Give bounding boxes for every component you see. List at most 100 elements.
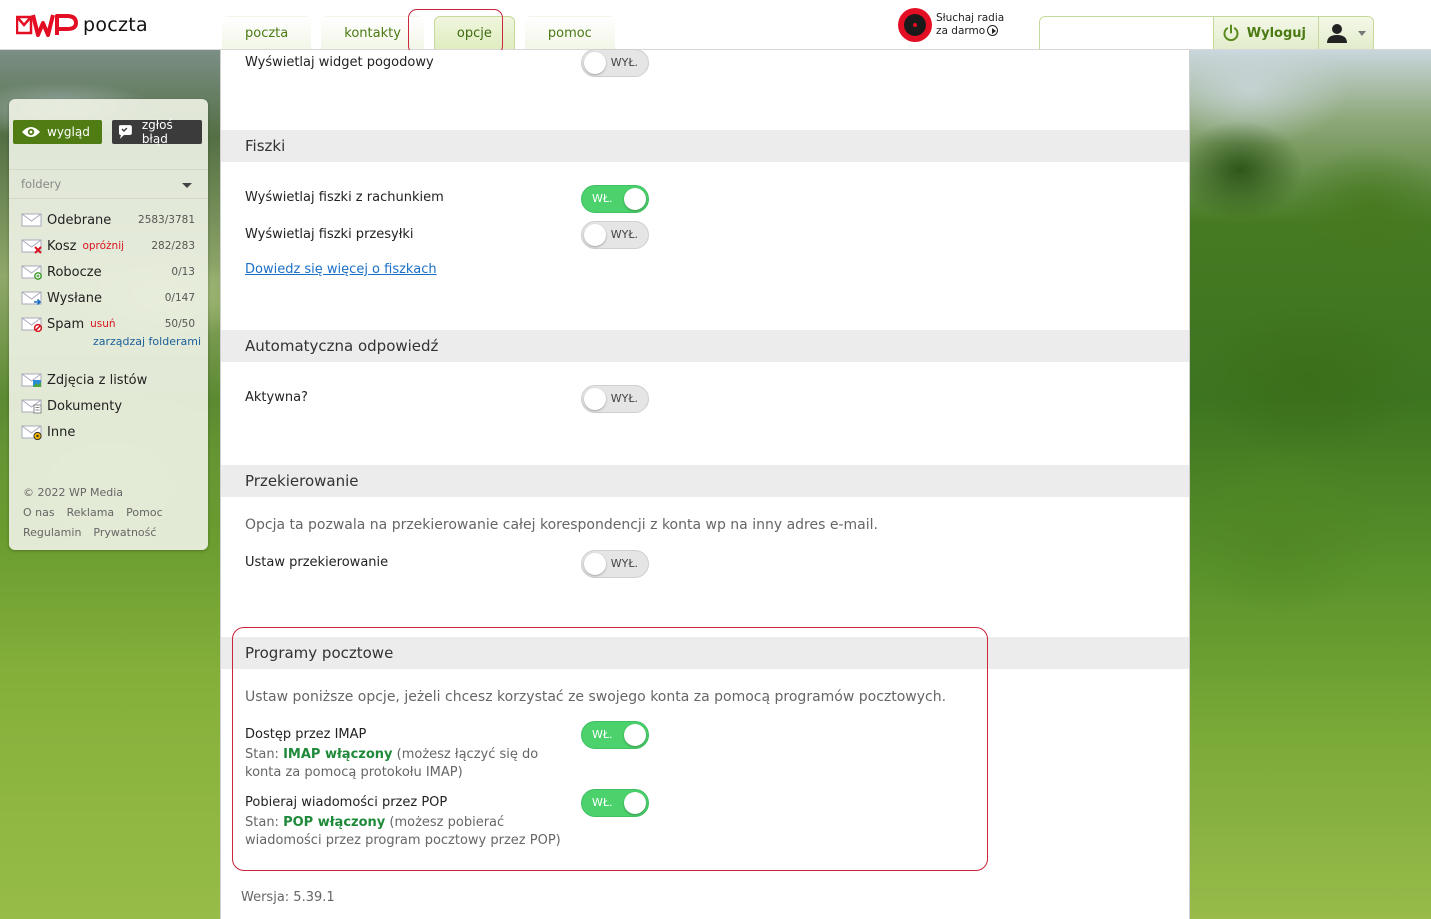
forwarding-description: Opcja ta pozwala na przekierowanie całej…	[245, 517, 878, 533]
sent-envelope-icon	[21, 291, 42, 306]
folder-name: Dokumenty	[47, 398, 123, 414]
folder-zdjecia[interactable]: Zdjęcia z listów	[21, 367, 199, 393]
folder-list: Odebrane 2583/3781 Kosz opróżnij 282/283…	[21, 207, 199, 337]
autoreply-toggle[interactable]: WYŁ.	[581, 385, 649, 413]
sidebar-footer: © 2022 WP Media O nas Reklama Pomoc Regula…	[23, 483, 175, 543]
other-envelope-icon	[21, 425, 42, 440]
toggle-state: WŁ.	[592, 796, 613, 809]
toggle-state: WYŁ.	[610, 56, 638, 69]
section-title-mail-programs: Programy pocztowe	[221, 637, 1189, 669]
section-title-fiszki: Fiszki	[221, 130, 1189, 162]
user-menu-button[interactable]	[1318, 17, 1373, 49]
copyright: © 2022 WP Media	[23, 486, 124, 499]
learn-more-fiszki-link[interactable]: Dowiedz się więcej o fiszkach	[245, 262, 437, 277]
footer-link-about[interactable]: O nas	[23, 506, 55, 519]
footer-links-2: Regulamin Prywatność	[23, 523, 175, 543]
appearance-label: wygląd	[47, 125, 90, 139]
tab-poczta[interactable]: poczta	[222, 16, 312, 49]
eye-icon	[22, 127, 40, 137]
tab-pomoc[interactable]: pomoc	[524, 16, 615, 49]
empty-trash-link[interactable]: opróżnij	[82, 240, 124, 252]
envelope-icon	[21, 213, 42, 227]
chevron-down-icon	[182, 183, 192, 188]
imap-toggle[interactable]: WŁ.	[581, 721, 649, 749]
toggle-knob	[624, 724, 646, 746]
speech-bubble-icon	[118, 125, 132, 139]
folder-count: 282/283	[151, 240, 195, 252]
main-nav: poczta kontakty opcje pomoc	[222, 16, 625, 49]
delete-spam-link[interactable]: usuń	[90, 318, 115, 330]
tab-opcje[interactable]: opcje	[433, 16, 515, 49]
version-label: Wersja: 5.39.1	[241, 890, 335, 905]
folder-wyslane[interactable]: Wysłane 0/147	[21, 285, 199, 311]
radio-promo-text: Słuchaj radia za darmo	[936, 12, 1004, 38]
imap-status: Stan: IMAP włączony (możesz łączyć się d…	[245, 746, 575, 782]
set-forwarding-label: Ustaw przekierowanie	[245, 555, 389, 570]
toggle-knob	[624, 792, 646, 814]
weather-widget-label: Wyświetlaj widget pogodowy	[245, 55, 434, 70]
radio-promo[interactable]: Słuchaj radia za darmo	[898, 8, 1004, 42]
toggle-state: WŁ.	[592, 192, 613, 205]
chevron-down-icon	[1358, 30, 1366, 36]
radio-disc-icon	[898, 8, 932, 42]
power-icon	[1223, 24, 1239, 42]
section-title-autoreply: Automatyczna odpowiedź	[221, 330, 1189, 362]
folder-name: Kosz	[47, 238, 77, 254]
pop-status: Stan: POP włączony (możesz pobierać wiad…	[245, 814, 575, 850]
folder-count: 0/13	[171, 266, 195, 278]
logout-button[interactable]: Wyloguj	[1212, 17, 1318, 49]
sidebar-buttons: wygląd zgłoś błąd	[13, 118, 202, 146]
forwarding-toggle[interactable]: WYŁ.	[581, 550, 649, 578]
user-avatar-icon	[1327, 24, 1347, 43]
autoreply-active-label: Aktywna?	[245, 390, 308, 405]
user-box: Wyloguj	[1039, 16, 1374, 49]
toggle-knob	[584, 388, 606, 410]
manage-folders-link[interactable]: zarządzaj folderami	[93, 335, 201, 348]
mail-programs-description: Ustaw poniższe opcje, jeżeli chcesz korz…	[245, 689, 947, 705]
pop-label: Pobieraj wiadomości przez POP	[245, 795, 448, 810]
receipt-cards-label: Wyświetlaj fiszki z rachunkiem	[245, 190, 444, 205]
folder-name: Inne	[47, 424, 76, 440]
wp-logo[interactable]: poczta	[16, 11, 148, 39]
folder-name: Odebrane	[47, 212, 112, 228]
wp-logo-icon	[16, 14, 78, 37]
appearance-button[interactable]: wygląd	[13, 120, 102, 144]
folder-robocze[interactable]: Robocze 0/13	[21, 259, 199, 285]
toggle-knob	[584, 52, 606, 74]
tab-kontakty[interactable]: kontakty	[321, 16, 424, 49]
radio-line2: za darmo	[936, 25, 986, 37]
imap-status-value: IMAP włączony	[283, 747, 393, 762]
footer-link-ads[interactable]: Reklama	[67, 506, 115, 519]
spam-envelope-icon	[21, 317, 43, 332]
folders-toggle[interactable]: foldery	[9, 169, 208, 199]
logout-label: Wyloguj	[1246, 25, 1306, 41]
folder-count: 2583/3781	[138, 214, 195, 226]
folder-spam[interactable]: Spam usuń 50/50	[21, 311, 199, 337]
footer-link-terms[interactable]: Regulamin	[23, 526, 81, 539]
toggle-knob	[584, 553, 606, 575]
report-bug-button[interactable]: zgłoś błąd	[112, 118, 202, 146]
toggle-knob	[584, 224, 606, 246]
pop-status-value: POP włączony	[283, 815, 386, 830]
pop-toggle[interactable]: WŁ.	[581, 789, 649, 817]
extra-folder-list: Zdjęcia z listów Dokumenty Inne	[21, 367, 199, 445]
folder-dokumenty[interactable]: Dokumenty	[21, 393, 199, 419]
footer-link-help[interactable]: Pomoc	[126, 506, 162, 519]
receipt-cards-toggle[interactable]: WŁ.	[581, 185, 649, 213]
toggle-state: WŁ.	[592, 728, 613, 741]
folder-inne[interactable]: Inne	[21, 419, 199, 445]
imap-status-prefix: Stan:	[245, 747, 284, 762]
section-title-forwarding: Przekierowanie	[221, 465, 1189, 497]
footer-link-privacy[interactable]: Prywatność	[93, 526, 156, 539]
logo-text: poczta	[83, 14, 148, 36]
photo-envelope-icon	[21, 373, 42, 387]
shipment-cards-toggle[interactable]: WYŁ.	[581, 221, 649, 249]
folder-kosz[interactable]: Kosz opróżnij 282/283	[21, 233, 199, 259]
footer-links-1: O nas Reklama Pomoc	[23, 503, 175, 523]
weather-widget-toggle[interactable]: WYŁ.	[581, 49, 649, 77]
folder-odebrane[interactable]: Odebrane 2583/3781	[21, 207, 199, 233]
imap-label: Dostęp przez IMAP	[245, 727, 367, 742]
document-envelope-icon	[21, 399, 42, 414]
play-icon	[987, 25, 999, 36]
shipment-cards-label: Wyświetlaj fiszki przesyłki	[245, 227, 414, 242]
